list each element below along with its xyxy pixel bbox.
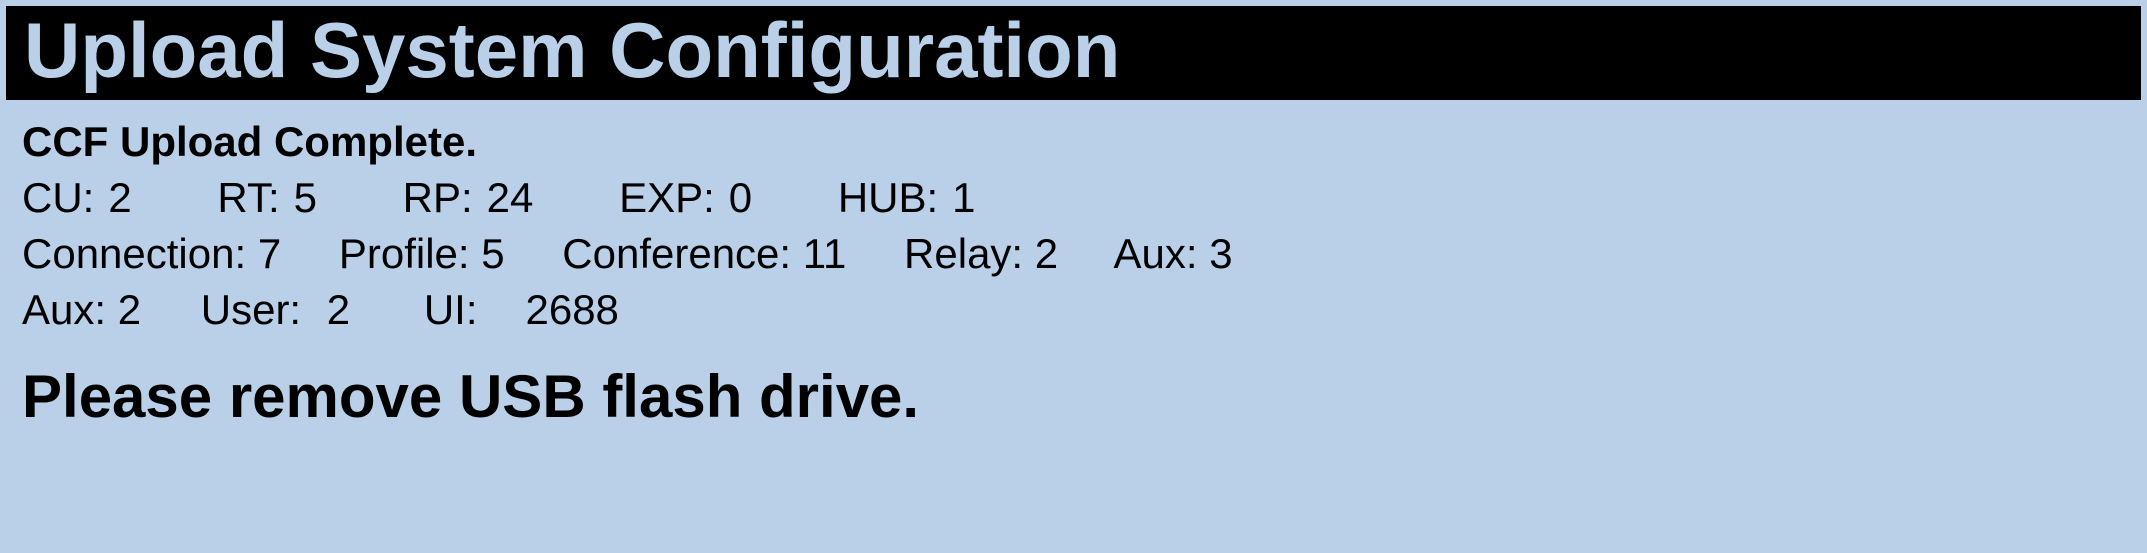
aux-label: Aux: <box>1114 230 1198 277</box>
user-value: 2 <box>327 286 350 333</box>
page-title: Upload System Configuration <box>24 6 1120 94</box>
relay-value: 2 <box>1035 230 1058 277</box>
status-message: CCF Upload Complete. <box>22 118 2125 166</box>
stats-row-2: Connection: 7 Profile: 5 Conference: 11 … <box>22 230 2125 278</box>
ui-label: UI: <box>424 286 478 333</box>
rt-label: RT: <box>217 174 279 221</box>
rp-label: RP: <box>403 174 473 221</box>
profile-label: Profile: <box>339 230 470 277</box>
connection-value: 7 <box>258 230 281 277</box>
relay-label: Relay: <box>904 230 1023 277</box>
cu-value: 2 <box>108 174 131 221</box>
exp-value: 0 <box>729 174 752 221</box>
rt-value: 5 <box>294 174 317 221</box>
cu-label: CU: <box>22 174 94 221</box>
hub-value: 1 <box>952 174 975 221</box>
aux-value: 3 <box>1209 230 1232 277</box>
aux2-label: Aux: <box>22 286 106 333</box>
content-area: CCF Upload Complete. CU: 2 RT: 5 RP: 24 EXP… <box>0 100 2147 431</box>
aux2-value: 2 <box>118 286 141 333</box>
connection-label: Connection: <box>22 230 246 277</box>
profile-value: 5 <box>481 230 504 277</box>
stats-row-1: CU: 2 RT: 5 RP: 24 EXP: 0 HUB: 1 <box>22 174 2125 222</box>
conference-value: 11 <box>803 230 847 277</box>
conference-label: Conference: <box>562 230 791 277</box>
footer-message: Please remove USB flash drive. <box>22 362 2125 431</box>
hub-label: HUB: <box>838 174 938 221</box>
stats-row-3: Aux: 2 User: 2 UI: 2688 <box>22 286 2125 334</box>
rp-value: 24 <box>487 174 534 221</box>
page-header: Upload System Configuration <box>6 6 2141 100</box>
ui-value: 2688 <box>525 286 618 333</box>
user-label: User: <box>201 286 301 333</box>
exp-label: EXP: <box>619 174 715 221</box>
